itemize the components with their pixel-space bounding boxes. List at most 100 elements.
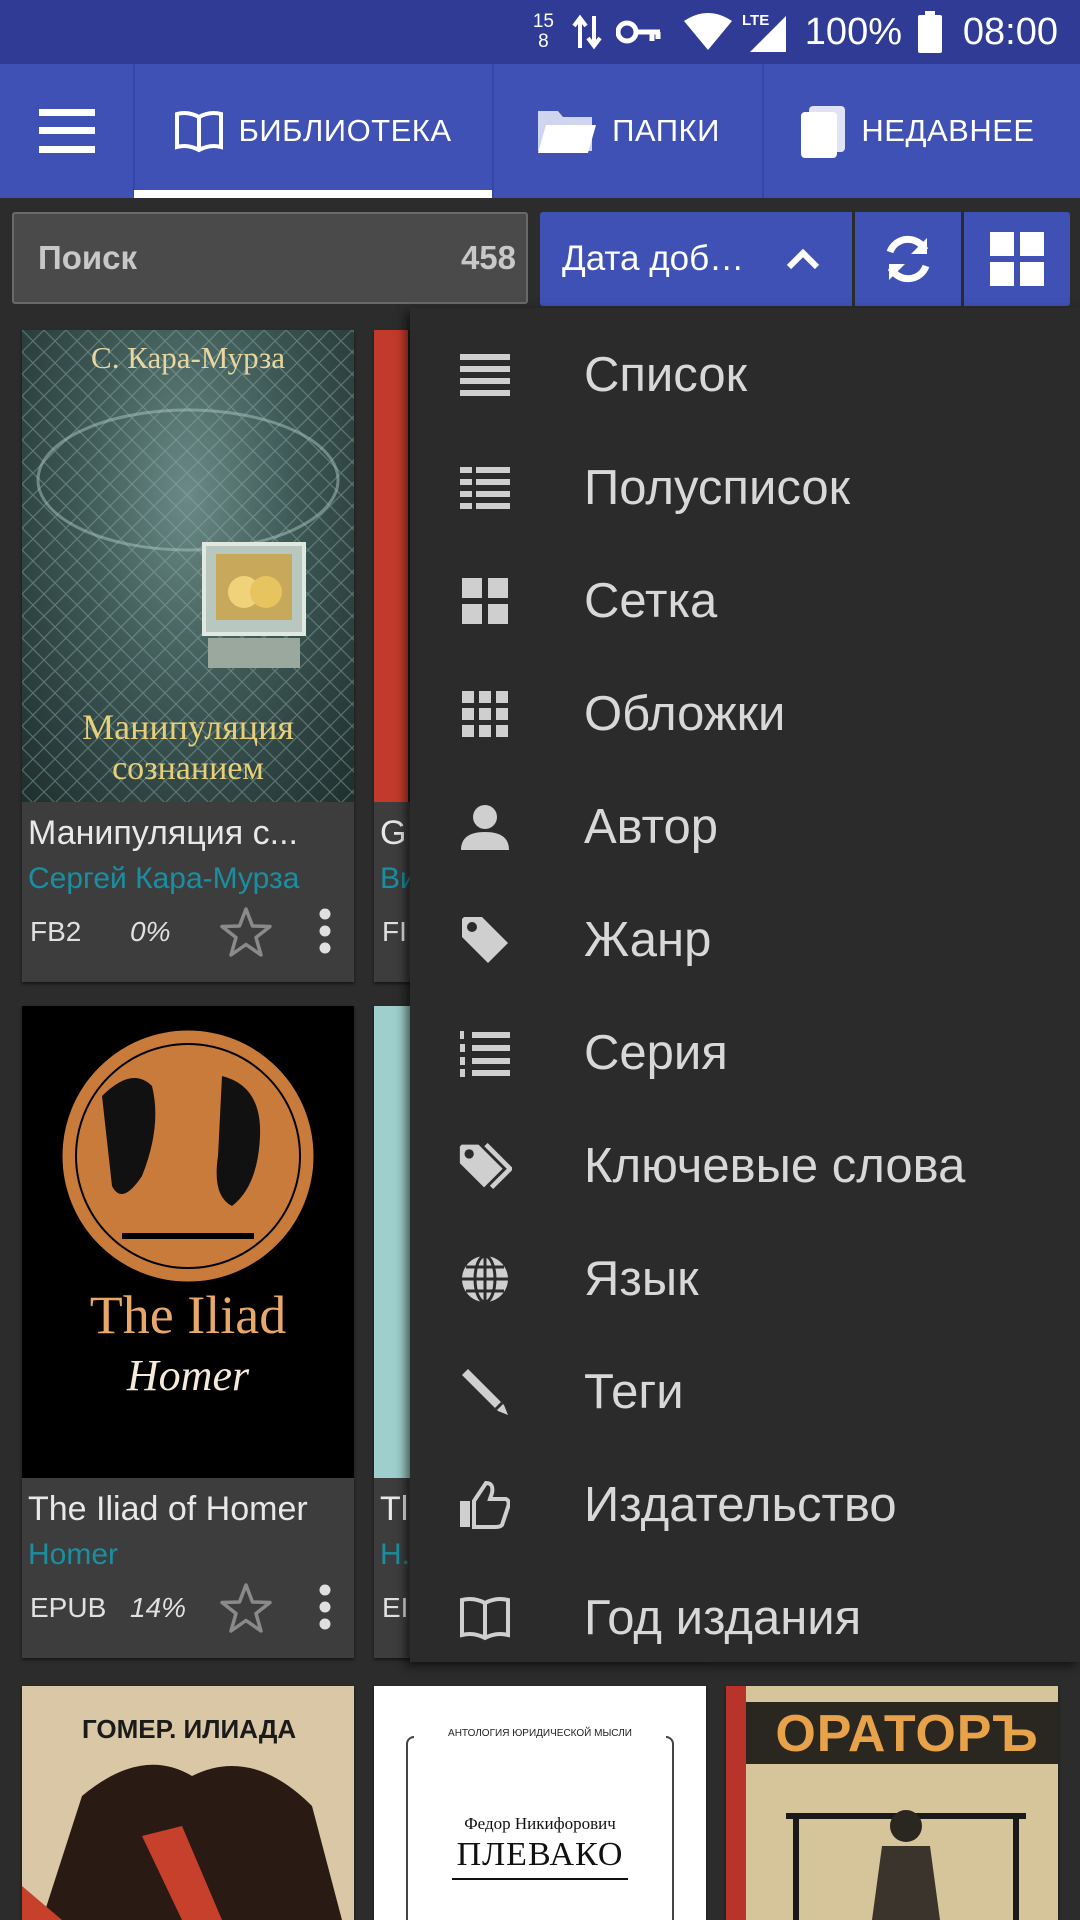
book-cover: С. Кара-Мурза Манипуляция сознанием bbox=[22, 330, 354, 802]
cover-author-text: Федор Никифорович bbox=[464, 1814, 616, 1833]
view-mode-button[interactable] bbox=[964, 212, 1070, 306]
menu-item-genre[interactable]: Жанр bbox=[410, 883, 1080, 996]
more-vert-icon[interactable] bbox=[318, 1584, 332, 1630]
person-icon bbox=[458, 800, 512, 854]
view-mode-menu: Список Полусписок Сетка Обложки Автор Жа… bbox=[410, 308, 1080, 1662]
menu-item-label: Автор bbox=[584, 799, 719, 854]
book-format: FB2 bbox=[30, 916, 82, 947]
cover-author-text: С. Кара-Мурза bbox=[91, 340, 285, 375]
menu-item-half-list[interactable]: Полусписок bbox=[410, 431, 1080, 544]
menu-item-label: Список bbox=[584, 347, 748, 402]
menu-item-label: Год издания bbox=[584, 1590, 862, 1645]
search-input[interactable]: Поиск 458 bbox=[12, 212, 528, 304]
battery-percent: 100% bbox=[804, 10, 902, 53]
menu-item-publisher[interactable]: Издательство bbox=[410, 1448, 1080, 1561]
book-card[interactable]: The Iliad Homer The Iliad of Homer Homer… bbox=[22, 1006, 354, 1658]
book-title: Манипуляция с... bbox=[28, 814, 298, 852]
book-card[interactable]: ОРАТОРЪ bbox=[726, 1686, 1058, 1920]
half-list-icon bbox=[458, 461, 512, 515]
book-author[interactable]: Homer bbox=[28, 1538, 118, 1572]
active-tab-indicator bbox=[134, 190, 492, 198]
menu-item-author[interactable]: Автор bbox=[410, 770, 1080, 883]
menu-item-language[interactable]: Язык bbox=[410, 1222, 1080, 1335]
menu-item-keywords[interactable]: Ключевые слова bbox=[410, 1109, 1080, 1222]
cover-title-text: Манипуляция bbox=[82, 707, 294, 747]
hamburger-menu-button[interactable] bbox=[0, 64, 134, 198]
wifi-icon bbox=[684, 0, 732, 64]
clock: 08:00 bbox=[962, 10, 1058, 53]
tab-recent-label: НЕДАВНЕЕ bbox=[861, 113, 1035, 148]
menu-item-grid[interactable]: Сетка bbox=[410, 544, 1080, 657]
star-outline-icon[interactable] bbox=[218, 1582, 274, 1636]
menu-item-label: Язык bbox=[584, 1251, 699, 1306]
menu-item-list[interactable]: Список bbox=[410, 318, 1080, 431]
menu-item-label: Полусписок bbox=[584, 460, 851, 515]
menu-item-label: Серия bbox=[584, 1025, 728, 1080]
signal-icon: LTE bbox=[742, 0, 788, 64]
star-outline-icon[interactable] bbox=[218, 906, 274, 960]
menu-item-label: Жанр bbox=[584, 912, 712, 967]
book-card[interactable]: АНТОЛОГИЯ ЮРИДИЧЕСКОЙ МЫСЛИ Федор Никифо… bbox=[374, 1686, 706, 1920]
app-bar: БИБЛИОТЕКА ПАПКИ НЕДАВНЕЕ bbox=[0, 64, 1080, 198]
tags-icon bbox=[458, 1139, 512, 1193]
menu-item-covers[interactable]: Обложки bbox=[410, 657, 1080, 770]
menu-item-year[interactable]: Год издания bbox=[410, 1561, 1080, 1674]
network-speed: 15 8 bbox=[533, 0, 554, 64]
hamburger-icon bbox=[39, 109, 95, 153]
status-bar: 15 8 LTE 100% 08:00 bbox=[0, 0, 1080, 64]
grid-view-icon bbox=[990, 232, 1044, 286]
chevron-up-icon bbox=[786, 248, 820, 270]
thumbs-up-icon bbox=[458, 1478, 512, 1532]
cover-title-text: The Iliad bbox=[89, 1285, 287, 1345]
numbered-list-icon bbox=[458, 1026, 512, 1080]
book-format: EPUB bbox=[30, 1592, 107, 1623]
book-card[interactable]: ГОМЕР. ИЛИАДА bbox=[22, 1686, 354, 1920]
cover-subtitle-text: Homer bbox=[126, 1351, 250, 1400]
grid-icon bbox=[458, 574, 512, 628]
cover-title-text: сознанием bbox=[112, 750, 264, 787]
cover-title-text: ГОМЕР. ИЛИАДА bbox=[82, 1714, 297, 1744]
book-format: EI bbox=[382, 1592, 409, 1623]
speed-down-value: 8 bbox=[538, 31, 549, 52]
sort-button[interactable]: Дата доб… bbox=[540, 212, 852, 306]
refresh-button[interactable] bbox=[855, 212, 961, 306]
folder-icon bbox=[536, 107, 598, 155]
book-cover: АНТОЛОГИЯ ЮРИДИЧЕСКОЙ МЫСЛИ Федор Никифо… bbox=[374, 1686, 706, 1920]
tab-library[interactable]: БИБЛИОТЕКА bbox=[134, 64, 492, 198]
list-icon bbox=[458, 348, 512, 402]
refresh-icon bbox=[886, 235, 930, 283]
book-progress: 0% bbox=[130, 916, 171, 947]
tab-folders[interactable]: ПАПКИ bbox=[494, 64, 762, 198]
book-author[interactable]: H. bbox=[380, 1538, 410, 1572]
menu-item-label: Обложки bbox=[584, 686, 786, 741]
more-vert-icon[interactable] bbox=[318, 908, 332, 954]
menu-item-tags[interactable]: Теги bbox=[410, 1335, 1080, 1448]
battery-icon bbox=[918, 0, 942, 64]
book-progress: 14% bbox=[130, 1592, 187, 1623]
library-toolbar: Поиск 458 Дата доб… bbox=[0, 198, 1080, 308]
search-placeholder: Поиск bbox=[38, 239, 138, 276]
book-count: 458 bbox=[460, 239, 516, 276]
book-cover: ГОМЕР. ИЛИАДА bbox=[22, 1686, 354, 1920]
tab-recent[interactable]: НЕДАВНЕЕ bbox=[764, 64, 1070, 198]
book-title: The Iliad of Homer bbox=[28, 1490, 308, 1528]
globe-icon bbox=[458, 1252, 512, 1306]
menu-item-label: Теги bbox=[584, 1364, 684, 1419]
menu-item-series[interactable]: Серия bbox=[410, 996, 1080, 1109]
data-transfer-icon bbox=[572, 0, 602, 64]
book-cover: ОРАТОРЪ bbox=[726, 1686, 1058, 1920]
covers-grid-icon bbox=[458, 687, 512, 741]
book-card[interactable]: С. Кара-Мурза Манипуляция сознанием Мани… bbox=[22, 330, 354, 982]
menu-item-label: Сетка bbox=[584, 573, 718, 628]
menu-item-label: Ключевые слова bbox=[584, 1138, 966, 1193]
vpn-key-icon bbox=[616, 0, 662, 64]
speed-up-value: 15 bbox=[532, 11, 554, 32]
tab-folders-label: ПАПКИ bbox=[612, 113, 720, 148]
tag-icon bbox=[458, 913, 512, 967]
cover-header-text: АНТОЛОГИЯ ЮРИДИЧЕСКОЙ МЫСЛИ bbox=[414, 1728, 666, 1739]
book-author[interactable]: Сергей Кара-Мурза bbox=[28, 862, 299, 896]
recent-books-icon bbox=[799, 104, 847, 158]
book-format: FI bbox=[382, 916, 407, 947]
tab-library-label: БИБЛИОТЕКА bbox=[238, 113, 452, 148]
sort-label: Дата доб… bbox=[562, 239, 745, 278]
